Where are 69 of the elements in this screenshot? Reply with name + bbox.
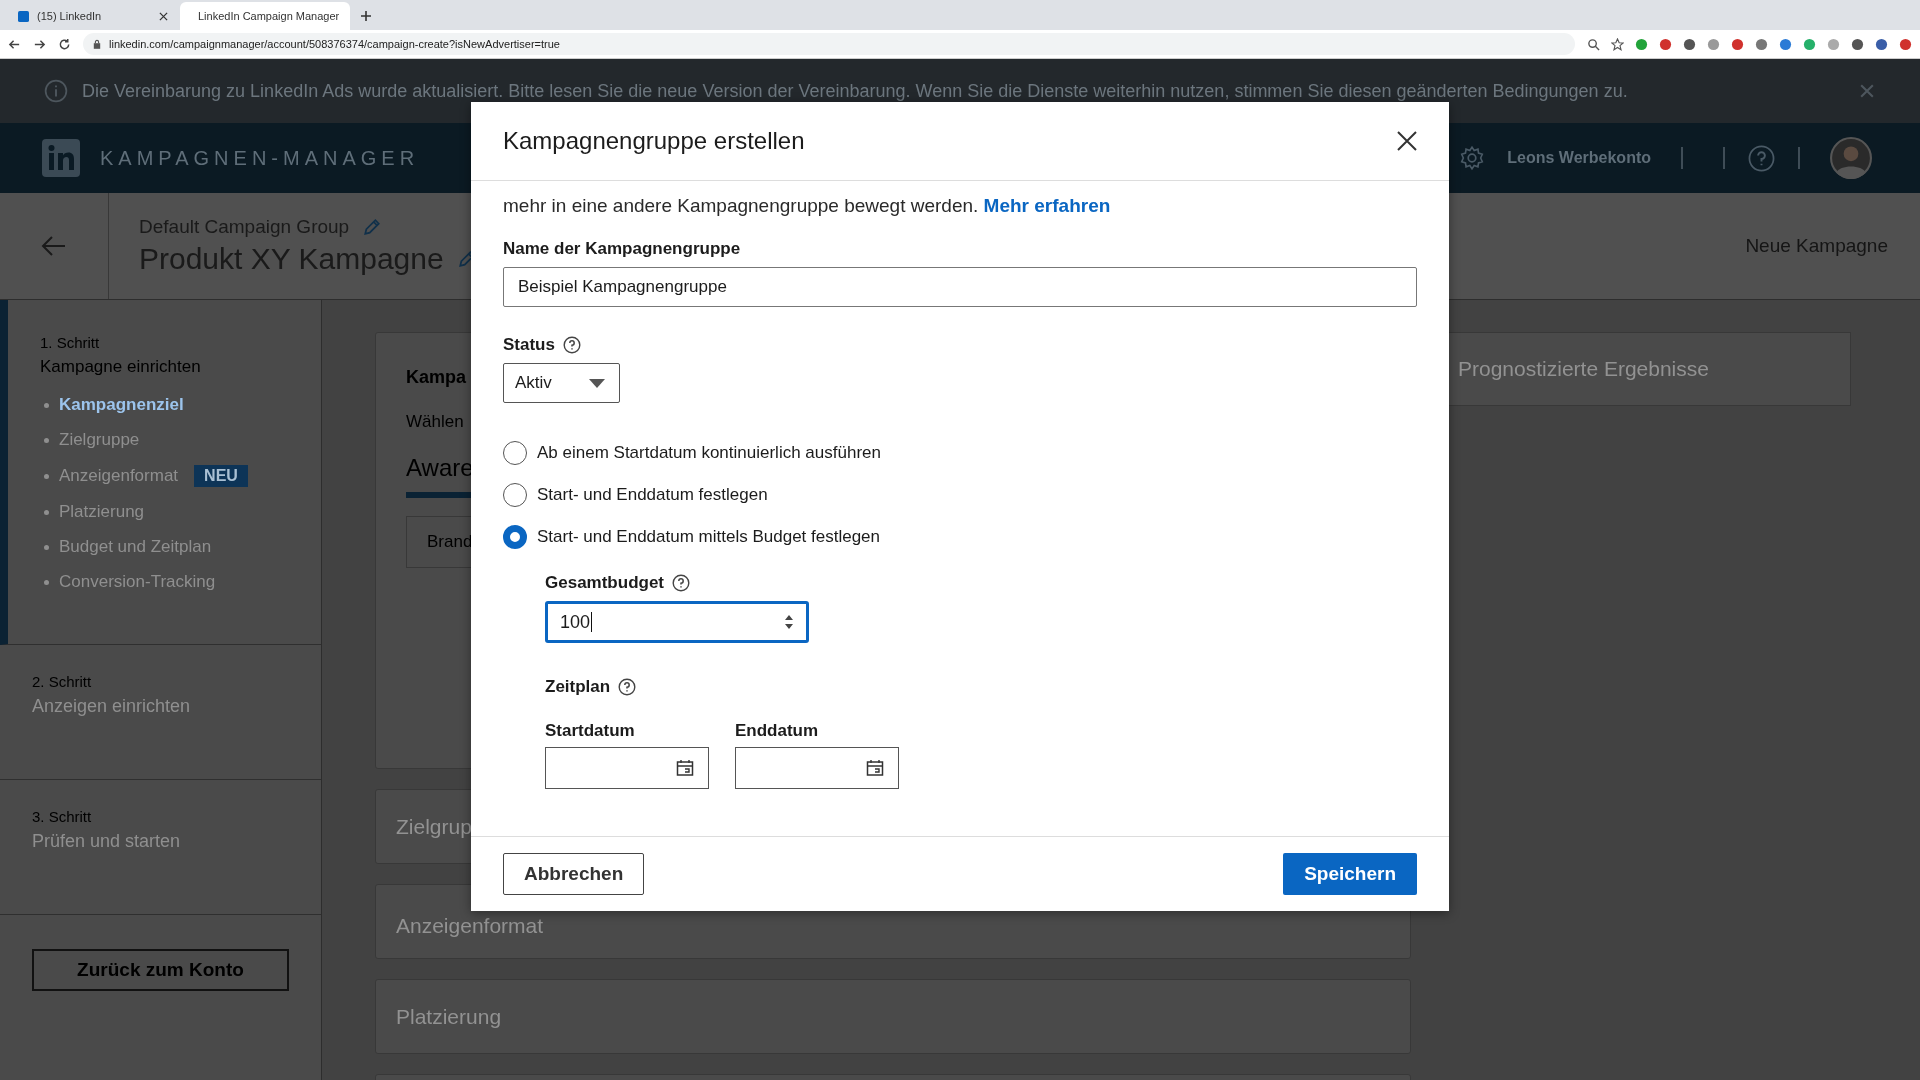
- step-link[interactable]: Zielgruppe: [59, 430, 140, 450]
- extension-icon[interactable]: [1683, 37, 1696, 51]
- extension-icon[interactable]: [1899, 37, 1912, 51]
- step-link[interactable]: Conversion-Tracking: [59, 572, 216, 592]
- extension-icon[interactable]: [1779, 37, 1792, 51]
- extension-icon[interactable]: [1659, 37, 1672, 51]
- new-tab-icon[interactable]: [360, 10, 372, 22]
- radio-label[interactable]: Start- und Enddatum mittels Budget festlegen: [537, 527, 881, 547]
- campaign-type-label: Neue Kampagne: [1745, 235, 1888, 257]
- favicon-icon: [18, 10, 29, 22]
- learn-more-link[interactable]: Mehr erfahren: [983, 195, 1111, 216]
- close-icon[interactable]: [1397, 131, 1417, 151]
- card-title: Kampa: [406, 367, 467, 388]
- step-number: 2. Schritt: [32, 673, 93, 690]
- help-icon[interactable]: [562, 336, 581, 354]
- step-link[interactable]: Budget und Zeitplan: [59, 537, 212, 557]
- card-subtitle: Wählen: [406, 412, 464, 432]
- caret-icon: [589, 378, 605, 388]
- extension-icon[interactable]: [1851, 37, 1864, 51]
- logo-icon: [42, 139, 80, 177]
- calendar-icon[interactable]: [676, 759, 694, 777]
- browser-tab[interactable]: LinkedIn Campaign Manager: [180, 2, 350, 30]
- status-dropdown[interactable]: Aktiv: [503, 363, 620, 403]
- budget-input-field[interactable]: 100: [545, 601, 809, 643]
- save-button[interactable]: Speichern: [1283, 853, 1417, 895]
- field-label: Name der Kampagnengruppe: [503, 239, 741, 259]
- address-field[interactable]: linkedin.com/campaignmanager/account/508376374/campaign-create?isNewAdvertiser=true: [83, 33, 1575, 55]
- info-icon: [44, 79, 68, 103]
- extension-icon[interactable]: [1731, 37, 1744, 51]
- name-input-field[interactable]: Beispiel Kampagnengruppe: [503, 267, 1417, 307]
- calendar-icon[interactable]: [866, 759, 884, 777]
- field-label: Status: [503, 335, 555, 355]
- field-label: Gesamtbudget: [545, 573, 665, 593]
- app-title: KAMPAGNEN-MANAGER: [100, 146, 420, 170]
- step-link[interactable]: Platzierung: [59, 502, 145, 522]
- intro-text: mehr in eine andere Kampagnengruppe bewegt werden. Mehr erfahren: [503, 195, 1111, 217]
- step-link[interactable]: Kampagnenziel: [59, 395, 184, 415]
- field-label: Zeitplan: [545, 677, 611, 697]
- cancel-button[interactable]: Abbrechen: [503, 853, 645, 895]
- lock-icon: [93, 39, 101, 49]
- field-label: Enddatum: [735, 721, 820, 741]
- account-name[interactable]: Leons Werbekonto: [1507, 149, 1651, 167]
- radio-button[interactable]: [503, 525, 527, 549]
- extension-icon[interactable]: [1875, 37, 1888, 51]
- close-icon[interactable]: [159, 11, 168, 21]
- spinner-icon[interactable]: [784, 614, 794, 630]
- step-number: 1. Schritt: [40, 334, 101, 351]
- browser-tab[interactable]: (15) LinkedIn: [8, 2, 178, 30]
- end-date-field[interactable]: [735, 747, 899, 789]
- dialog-title: Kampagnengruppe erstellen: [503, 127, 805, 155]
- zoom-icon[interactable]: [1587, 37, 1600, 51]
- section-card[interactable]: Platzierung: [375, 979, 1411, 1054]
- extension-icon[interactable]: [1755, 37, 1768, 51]
- field-label: Startdatum: [545, 721, 636, 741]
- step-number: 3. Schritt: [32, 808, 93, 825]
- help-icon[interactable]: [618, 678, 637, 696]
- radio-label[interactable]: Start- und Enddatum festlegen: [537, 485, 768, 505]
- extension-icon[interactable]: [1635, 37, 1648, 51]
- radio-label[interactable]: Ab einem Startdatum kontinuierlich ausführen: [537, 443, 881, 463]
- new-badge: NEU: [194, 465, 248, 487]
- start-date-field[interactable]: [545, 747, 709, 789]
- step-link[interactable]: Anzeigenformat: [59, 466, 179, 486]
- step-title[interactable]: Anzeigen einrichten: [32, 696, 301, 717]
- star-icon[interactable]: [1611, 37, 1624, 51]
- banner-message: Die Vereinbarung zu LinkedIn Ads wurde aktualisiert. Bitte lesen Sie die neue Version der Vereinbarung. Wenn Sie die Dienste weiterhin nutzen, stimmen Sie diesen geänderten Bedingungen zu.: [82, 80, 1629, 102]
- reload-icon[interactable]: [58, 37, 71, 51]
- help-icon[interactable]: [672, 574, 691, 592]
- step-title[interactable]: Prüfen und starten: [32, 831, 301, 852]
- settings-icon[interactable]: [1459, 145, 1486, 171]
